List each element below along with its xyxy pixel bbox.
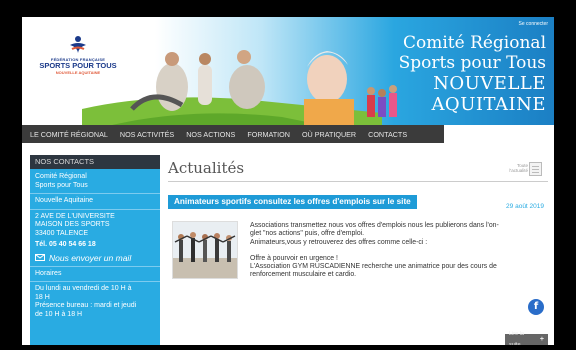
envelope-icon — [35, 254, 45, 261]
all-news-label: l'actualité — [509, 168, 528, 173]
main-content: Actualités Toute l'actualité Animateurs … — [168, 155, 548, 345]
article-text-line: Associations transmettez nous vos offres… — [250, 222, 499, 229]
site-logo[interactable]: FÉDÉRATION FRANÇAISE SPORTS POUR TOUS NO… — [38, 35, 118, 75]
news-list-icon[interactable] — [529, 162, 542, 176]
logo-line-sports: SPORTS POUR TOUS — [39, 61, 117, 70]
contacts-sidebar: NOS CONTACTS Comité Régional Sports pour… — [30, 155, 160, 345]
nav-item-actions[interactable]: NOS ACTIONS — [180, 130, 241, 139]
article-text-line: renforcement musculaire et cardio. — [250, 271, 357, 279]
login-link[interactable]: Se connecter — [519, 21, 548, 27]
nav-item-contacts[interactable]: CONTACTS — [362, 130, 413, 139]
site-title-line: Sports pour Tous — [398, 53, 546, 73]
sidebar-hours-heading: Horaires — [35, 269, 62, 277]
sidebar-heading: NOS CONTACTS — [30, 155, 160, 169]
article-body: Associations transmettez nous vos offres… — [250, 222, 542, 280]
news-article: Animateurs sportifs consultez les offres… — [168, 195, 548, 345]
article-date: 29 août 2019 — [506, 203, 544, 210]
article-text-line: Offre à pourvoir en urgence ! — [250, 254, 338, 262]
sidebar-org-line: Sports pour Tous — [35, 181, 88, 189]
nav-item-formation[interactable]: FORMATION — [241, 130, 296, 139]
site-title: Comité Régional Sports pour Tous NOUVELL… — [399, 33, 546, 115]
send-mail-label: Nous envoyer un mail — [49, 252, 132, 263]
read-more-button[interactable]: Lire la suite + — [505, 331, 548, 345]
article-text-line: glet "nos actions" puis, offre d'emploi. — [250, 230, 365, 238]
sidebar-divider — [30, 208, 160, 210]
article-text-line: Animateurs,vous y retrouverez des offres… — [250, 238, 428, 246]
nav-item-comite[interactable]: LE COMITÉ RÉGIONAL — [22, 130, 114, 139]
site-header: FÉDÉRATION FRANÇAISE SPORTS POUR TOUS NO… — [22, 17, 554, 125]
article-text-line: L'Association GYM RUSCADIENNE recherche … — [250, 263, 497, 271]
sidebar-address-line: 33400 TALENCE — [35, 229, 89, 237]
article-title[interactable]: Animateurs sportifs consultez les offres… — [168, 195, 417, 209]
sidebar-region: Nouvelle Aquitaine — [35, 197, 93, 204]
plus-icon: + — [539, 336, 544, 343]
sidebar-hours-line: Du lundi au vendredi de 10 H à — [35, 285, 132, 292]
sidebar-divider — [30, 281, 160, 282]
sidebar-divider — [30, 193, 160, 194]
sidebar-address-line: MAISON DES SPORTS — [35, 221, 110, 228]
sidebar-phone: Tél. 05 40 54 66 18 — [35, 241, 96, 248]
sidebar-hours-line: Présence bureau : mardi et jeudi — [35, 302, 137, 309]
sidebar-hours-line: de 10 H à 18 H — [35, 310, 83, 318]
main-nav: LE COMITÉ RÉGIONAL NOS ACTIVITÉS NOS ACT… — [22, 125, 444, 143]
site-title-line: AQUITAINE — [431, 94, 546, 115]
site-title-line: NOUVELLE — [433, 73, 546, 94]
nav-item-activites[interactable]: NOS ACTIVITÉS — [114, 130, 180, 139]
site-title-line: Comité Régional — [402, 33, 546, 53]
logo-figure-icon — [70, 36, 86, 53]
sidebar-hours-line: 18 H — [35, 293, 50, 301]
read-more-label: Lire la suite — [509, 330, 524, 346]
browser-viewport: FÉDÉRATION FRANÇAISE SPORTS POUR TOUS NO… — [22, 17, 554, 345]
sidebar-divider — [30, 265, 160, 267]
all-news-link[interactable]: Toute l'actualité — [509, 163, 528, 173]
sidebar-org-line: Comité Régional — [35, 173, 87, 180]
logo-line-region: NOUVELLE AQUITAINE — [55, 70, 101, 75]
section-divider — [168, 181, 548, 182]
sidebar-address-line: 2 AVE DE L'UNIVERSITE — [35, 212, 115, 220]
section-title: Actualités — [168, 159, 245, 177]
facebook-share-icon[interactable]: f — [528, 299, 544, 315]
send-mail-link[interactable]: Nous envoyer un mail — [30, 253, 160, 263]
nav-item-ou-pratiquer[interactable]: OÙ PRATIQUER — [296, 130, 362, 139]
article-thumbnail[interactable] — [172, 221, 238, 279]
